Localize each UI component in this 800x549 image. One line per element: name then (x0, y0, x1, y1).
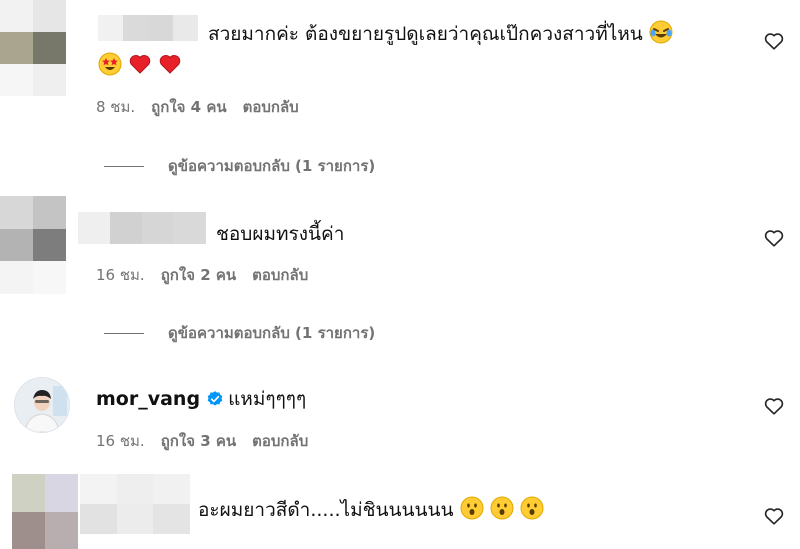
like-heart-icon[interactable] (763, 30, 785, 52)
verified-badge-icon (206, 390, 224, 414)
like-heart-icon[interactable] (763, 505, 785, 527)
view-replies-button[interactable]: ดูข้อความตอบกลับ (1 รายการ) (104, 321, 375, 345)
view-replies-button[interactable]: ดูข้อความตอบกลับ (1 รายการ) (104, 154, 375, 178)
red-heart-emoji-icon (128, 52, 152, 80)
username-blurred[interactable] (78, 212, 206, 244)
reply-button[interactable]: ตอบกลับ (243, 95, 299, 119)
like-heart-icon[interactable] (763, 227, 785, 249)
tears-of-joy-emoji-icon (649, 20, 673, 50)
reply-button[interactable]: ตอบกลับ (252, 429, 308, 453)
emoji-row (98, 52, 182, 80)
likes-count[interactable]: ถูกใจ 3 คน (161, 429, 236, 453)
avatar-blurred[interactable] (0, 0, 66, 96)
like-heart-icon[interactable] (763, 395, 785, 417)
hushed-face-emoji-icon (520, 496, 544, 526)
username-blurred[interactable] (80, 474, 190, 534)
likes-count[interactable]: ถูกใจ 2 คน (161, 263, 236, 287)
comment-meta: 16 ชม. ถูกใจ 2 คน ตอบกลับ (96, 263, 308, 287)
likes-count[interactable]: ถูกใจ 4 คน (151, 95, 226, 119)
comment-meta: 16 ชม. ถูกใจ 3 คน ตอบกลับ (96, 429, 308, 453)
hushed-face-emoji-icon (490, 496, 514, 526)
comment-time[interactable]: 16 ชม. (96, 429, 145, 453)
reply-button[interactable]: ตอบกลับ (252, 263, 308, 287)
avatar-blurred[interactable] (12, 474, 78, 549)
comment-text: อะผมยาวสีดำ.....ไม่ชินนนนนน (198, 496, 544, 526)
red-heart-emoji-icon (158, 52, 182, 80)
avatar-blurred[interactable] (0, 196, 66, 294)
comment-text: mor_vang แหม่ๆๆๆๆ (96, 387, 306, 414)
divider-line (104, 165, 144, 167)
comment-time[interactable]: 8 ชม. (96, 95, 135, 119)
comment-time[interactable]: 16 ชม. (96, 263, 145, 287)
divider-line (104, 332, 144, 334)
hushed-face-emoji-icon (460, 496, 484, 526)
username[interactable]: mor_vang (96, 388, 200, 410)
username-blurred[interactable] (98, 15, 198, 41)
star-struck-emoji-icon (98, 52, 122, 80)
comment-text: สวยมากค่ะ ต้องขยายรูปดูเลยว่าคุณเป๊กควงส… (208, 20, 673, 50)
comment-meta: 8 ชม. ถูกใจ 4 คน ตอบกลับ (96, 95, 299, 119)
avatar[interactable] (14, 377, 70, 433)
comment-text: ชอบผมทรงนี้ค่า (216, 223, 345, 245)
